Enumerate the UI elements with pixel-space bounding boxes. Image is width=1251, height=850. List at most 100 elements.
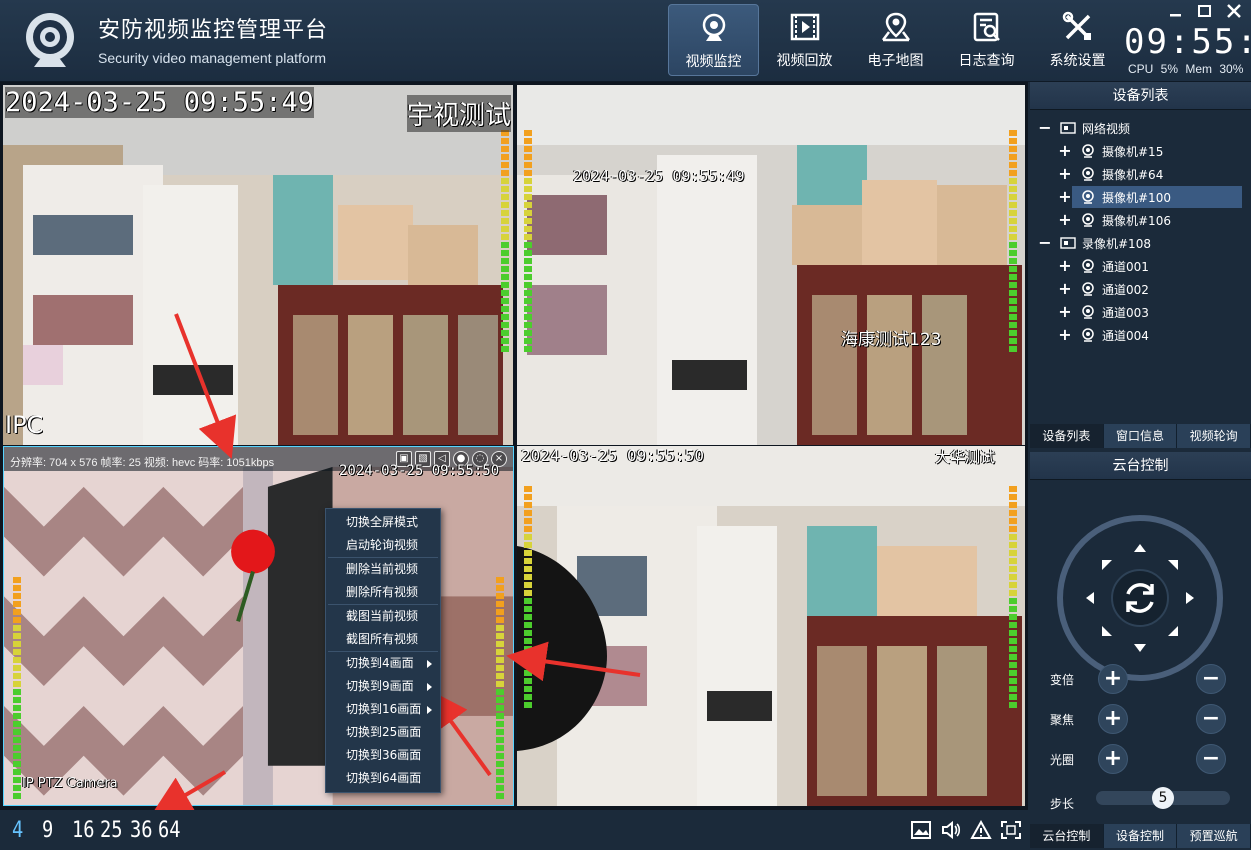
- menu-item-layout-25[interactable]: 切换到25画面: [326, 721, 440, 744]
- tree-group-nvr[interactable]: − 录像机#108: [1038, 232, 1151, 254]
- step-slider-knob[interactable]: 5: [1152, 787, 1174, 809]
- layout-64-button[interactable]: 64: [158, 818, 181, 843]
- mem-usage: Mem 30%: [1185, 62, 1244, 76]
- menu-item-layout-36[interactable]: 切换到36画面: [326, 744, 440, 767]
- menu-item-snapshot-all[interactable]: 截图所有视频: [326, 628, 440, 651]
- tree-item-channel[interactable]: + 通道002: [1058, 278, 1149, 300]
- image-icon[interactable]: [910, 820, 932, 840]
- level-meter-segment: [524, 186, 532, 192]
- tree-item-channel[interactable]: + 通道004: [1058, 324, 1149, 346]
- fullscreen-icon[interactable]: [1000, 820, 1022, 840]
- iris-close-button[interactable]: −: [1196, 744, 1226, 774]
- layout-25-button[interactable]: 25: [100, 818, 123, 843]
- expand-icon[interactable]: +: [1058, 327, 1072, 343]
- menu-item-snapshot-current[interactable]: 截图当前视频: [326, 605, 440, 628]
- layout-16-button[interactable]: 16: [72, 818, 95, 843]
- step-slider[interactable]: 5: [1096, 787, 1230, 809]
- osd-camera-name: 大华测试: [935, 448, 996, 466]
- expand-icon[interactable]: +: [1058, 143, 1072, 159]
- level-meter-segment: [1009, 170, 1017, 176]
- tab-device-control[interactable]: 设备控制: [1103, 824, 1178, 848]
- menu-item-delete-all[interactable]: 删除所有视频: [326, 581, 440, 604]
- menu-item-layout-16[interactable]: 切换到16画面: [326, 698, 440, 721]
- expand-icon[interactable]: +: [1058, 304, 1072, 320]
- video-cell-2[interactable]: 2024-03-25 09:55:49 海康测试123: [517, 85, 1025, 445]
- level-meter-segment: [13, 681, 21, 687]
- zoom-in-button[interactable]: +: [1098, 664, 1128, 694]
- layout-36-button[interactable]: 36: [130, 818, 153, 843]
- tree-item-camera[interactable]: + 摄像机#106: [1058, 209, 1171, 231]
- menu-item-start-polling[interactable]: 启动轮询视频: [326, 534, 440, 557]
- level-meter-segment: [1009, 590, 1017, 596]
- menu-item-layout-4[interactable]: 切换到4画面: [326, 652, 440, 675]
- zoom-out-button[interactable]: −: [1196, 664, 1226, 694]
- tab-device-list[interactable]: 设备列表: [1030, 424, 1104, 448]
- nav-system-settings[interactable]: 系统设置: [1032, 4, 1123, 76]
- level-meter-segment: [524, 138, 532, 144]
- level-meter-segment: [524, 298, 532, 304]
- level-meter-segment: [524, 290, 532, 296]
- focus-label: 聚焦: [1050, 713, 1075, 727]
- tab-window-info[interactable]: 窗口信息: [1103, 424, 1178, 448]
- level-meter-segment: [524, 702, 532, 708]
- collapse-icon[interactable]: −: [1038, 120, 1052, 136]
- maximize-icon[interactable]: [1197, 4, 1213, 18]
- level-meter-segment: [1009, 654, 1017, 660]
- webcam-logo-icon: [26, 13, 74, 67]
- level-meter-segment: [1009, 162, 1017, 168]
- expand-icon[interactable]: +: [1058, 166, 1072, 182]
- menu-item-delete-current[interactable]: 删除当前视频: [326, 558, 440, 581]
- submenu-arrow-icon: [427, 683, 432, 691]
- level-meter-segment: [496, 737, 504, 743]
- nav-label: 电子地图: [867, 53, 924, 69]
- expand-icon[interactable]: +: [1058, 189, 1072, 205]
- tree-item-camera[interactable]: + 摄像机#15: [1058, 140, 1163, 162]
- osd-corner-label: IPC: [5, 411, 44, 439]
- close-icon[interactable]: [1226, 4, 1242, 18]
- collapse-icon[interactable]: −: [1038, 235, 1052, 251]
- tree-label: 通道004: [1102, 328, 1149, 343]
- level-meter-segment: [501, 226, 509, 232]
- warning-icon[interactable]: [970, 820, 992, 840]
- nav-video-monitor[interactable]: 视频监控: [668, 4, 759, 76]
- level-meter-segment: [501, 178, 509, 184]
- tab-ptz-control[interactable]: 云台控制: [1030, 824, 1104, 848]
- menu-item-layout-64[interactable]: 切换到64画面: [326, 767, 440, 790]
- level-meter-segment: [1009, 646, 1017, 652]
- tree-item-channel[interactable]: + 通道003: [1058, 301, 1149, 323]
- expand-icon[interactable]: +: [1058, 281, 1072, 297]
- expand-icon[interactable]: +: [1058, 212, 1072, 228]
- menu-item-fullscreen[interactable]: 切换全屏模式: [326, 511, 440, 534]
- volume-icon[interactable]: [940, 820, 962, 840]
- level-meter-segment: [524, 590, 532, 596]
- nav-video-playback[interactable]: 视频回放: [759, 4, 850, 76]
- level-meter-segment: [501, 274, 509, 280]
- tab-preset-cruise[interactable]: 预置巡航: [1177, 824, 1251, 848]
- tree-group-network-video[interactable]: − 网络视频: [1038, 117, 1130, 139]
- tree-item-camera[interactable]: + 摄像机#100: [1058, 186, 1242, 208]
- layout-9-button[interactable]: 9: [42, 818, 53, 843]
- nav-log-query[interactable]: 日志查询: [941, 4, 1032, 76]
- focus-near-button[interactable]: +: [1098, 704, 1128, 734]
- nav-emap[interactable]: 电子地图: [850, 4, 941, 76]
- layout-4-button[interactable]: 4: [12, 818, 23, 843]
- iris-open-button[interactable]: +: [1098, 744, 1128, 774]
- tree-item-camera[interactable]: + 摄像机#64: [1058, 163, 1163, 185]
- level-meter-segment: [524, 314, 532, 320]
- video-cell-1[interactable]: 2024-03-25 09:55:49 宇视测试 IPC: [3, 85, 513, 445]
- level-meter-segment: [13, 705, 21, 711]
- network-icon: [1060, 122, 1076, 134]
- level-meter-segment: [1009, 282, 1017, 288]
- tree-item-channel[interactable]: + 通道001: [1058, 255, 1149, 277]
- level-meter-segment: [524, 202, 532, 208]
- focus-far-button[interactable]: −: [1196, 704, 1226, 734]
- level-meter-segment: [496, 657, 504, 663]
- level-meter-segment: [1009, 194, 1017, 200]
- video-cell-4[interactable]: 2024-03-25 09:55:50 大华测试: [517, 446, 1025, 806]
- level-meter-segment: [524, 494, 532, 500]
- tab-video-polling[interactable]: 视频轮询: [1177, 424, 1251, 448]
- expand-icon[interactable]: +: [1058, 258, 1072, 274]
- menu-item-layout-9[interactable]: 切换到9画面: [326, 675, 440, 698]
- minimize-icon[interactable]: [1168, 4, 1184, 18]
- osd-timestamp: 2024-03-25 09:55:50: [339, 463, 500, 479]
